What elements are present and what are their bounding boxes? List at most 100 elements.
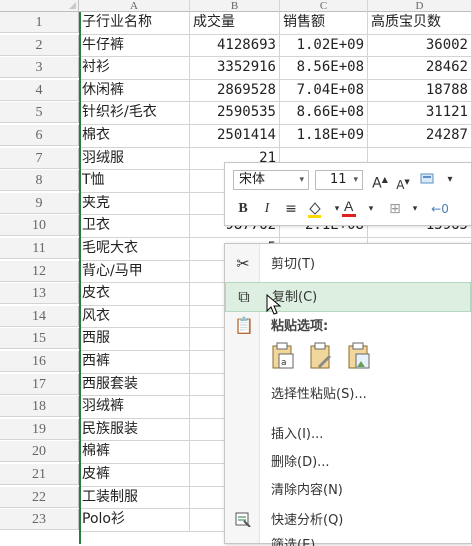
row-header[interactable]: 15: [0, 328, 79, 350]
cell-a15[interactable]: 西服: [79, 328, 190, 351]
font-name-select[interactable]: 宋体 ▾: [233, 170, 309, 190]
cell-b2[interactable]: 4128693: [190, 34, 280, 58]
cell-a18[interactable]: 羽绒裤: [79, 396, 190, 419]
cell-a20[interactable]: 棉裤: [79, 441, 190, 464]
row-header[interactable]: 8: [0, 170, 79, 192]
italic-button[interactable]: I: [257, 199, 277, 219]
row-header[interactable]: 5: [0, 102, 79, 124]
menu-item-paste-special-label: 选择性粘贴(S)...: [271, 387, 367, 402]
cell-a23[interactable]: Polo衫: [79, 509, 190, 532]
cell-a1[interactable]: 子行业名称: [79, 12, 190, 35]
chevron-down-icon[interactable]: ▾: [405, 199, 425, 219]
cell-a4[interactable]: 休闲裤: [79, 79, 190, 103]
cell-d3[interactable]: 28462: [368, 57, 472, 80]
row-header[interactable]: 2: [0, 34, 79, 56]
cell-a14[interactable]: 风衣: [79, 305, 190, 329]
paste-values-icon[interactable]: a: [269, 342, 297, 374]
paste-picture-icon[interactable]: [345, 342, 373, 374]
row-header[interactable]: 17: [0, 373, 79, 395]
row-header[interactable]: 7: [0, 147, 79, 169]
cell-d6[interactable]: 24287: [368, 125, 472, 148]
borders-icon[interactable]: ⊞: [385, 199, 405, 219]
cell-a2[interactable]: 牛仔裤: [79, 34, 190, 58]
row-header[interactable]: 12: [0, 260, 79, 282]
cell-c2[interactable]: 1.02E+09: [280, 34, 368, 58]
menu-item-insert[interactable]: 插入(I)...: [225, 420, 471, 450]
cell-a19[interactable]: 民族服装: [79, 418, 190, 442]
row-header[interactable]: 1: [0, 12, 79, 33]
menu-item-insert-label: 插入(I)...: [271, 427, 324, 442]
font-size-select[interactable]: 11 ▾: [315, 170, 363, 190]
cell-b5[interactable]: 2590535: [190, 102, 280, 125]
row-header[interactable]: 23: [0, 509, 79, 531]
number-format-icon[interactable]: [418, 170, 438, 190]
row-header[interactable]: 22: [0, 486, 79, 508]
cell-a21[interactable]: 皮裤: [79, 464, 190, 487]
cell-a16[interactable]: 西裤: [79, 351, 190, 374]
cell-a9[interactable]: 夹克: [79, 192, 190, 216]
cell-a12[interactable]: 背心/马甲: [79, 260, 190, 284]
row-header[interactable]: 16: [0, 351, 79, 372]
column-header-b[interactable]: B: [190, 0, 280, 12]
cell-d1[interactable]: 高质宝贝数: [368, 12, 472, 35]
paste-formulas-icon[interactable]: [307, 342, 335, 374]
cell-c4[interactable]: 7.04E+08: [280, 79, 368, 103]
increase-font-size-icon[interactable]: A▲: [370, 170, 390, 192]
align-center-icon[interactable]: ≡: [281, 199, 301, 219]
bold-button[interactable]: B: [233, 199, 253, 219]
cell-c1[interactable]: 销售额: [280, 12, 368, 35]
cell-d5[interactable]: 31121: [368, 102, 472, 125]
column-header-c[interactable]: C: [280, 0, 368, 12]
cell-c6[interactable]: 1.18E+09: [280, 125, 368, 148]
column-header-a[interactable]: A: [79, 0, 190, 12]
row-header[interactable]: 11: [0, 238, 79, 259]
cell-b1[interactable]: 成交量: [190, 12, 280, 35]
cell-a11[interactable]: 毛呢大衣: [79, 238, 190, 261]
menu-item-filter[interactable]: 筛选(E): [225, 534, 471, 546]
menu-item-paste-special[interactable]: 选择性粘贴(S)...: [225, 380, 471, 410]
chevron-down-icon[interactable]: ▾: [361, 199, 381, 219]
cell-a17[interactable]: 西服套装: [79, 373, 190, 397]
menu-item-delete[interactable]: 删除(D)...: [225, 448, 471, 478]
menu-item-cut[interactable]: ✂ 剪切(T): [225, 250, 471, 280]
cell-b4[interactable]: 2869528: [190, 79, 280, 103]
row-header[interactable]: 3: [0, 57, 79, 79]
cell-a13[interactable]: 皮衣: [79, 283, 190, 306]
select-all-corner[interactable]: [0, 0, 79, 12]
fill-color-icon[interactable]: [305, 199, 325, 219]
cell-a10[interactable]: 卫衣: [79, 215, 190, 238]
cell-c3[interactable]: 8.56E+08: [280, 57, 368, 80]
cell-c5[interactable]: 8.66E+08: [280, 102, 368, 125]
context-menu: ✂ 剪切(T) ⧉ 复制(C) 📋 粘贴选项: a 选择性粘贴(S)... 插入…: [224, 243, 472, 546]
cell-a3[interactable]: 衬衫: [79, 57, 190, 80]
decrease-font-size-icon[interactable]: A▼: [393, 172, 413, 192]
row-header[interactable]: 13: [0, 283, 79, 305]
row-header[interactable]: 21: [0, 464, 79, 485]
decimal-increase-icon[interactable]: ←0: [430, 199, 450, 219]
row-header[interactable]: 4: [0, 79, 79, 101]
paste-options-label: 粘贴选项:: [271, 319, 329, 334]
cell-a6[interactable]: 棉衣: [79, 125, 190, 148]
row-header[interactable]: 6: [0, 125, 79, 146]
cell-d4[interactable]: 18788: [368, 79, 472, 103]
menu-item-copy[interactable]: ⧉ 复制(C): [225, 282, 471, 312]
row-header[interactable]: 20: [0, 441, 79, 463]
row-header[interactable]: 18: [0, 396, 79, 418]
cell-b6[interactable]: 2501414: [190, 125, 280, 148]
cell-a5[interactable]: 针织衫/毛衣: [79, 102, 190, 125]
cell-a22[interactable]: 工装制服: [79, 486, 190, 510]
column-header-d[interactable]: D: [368, 0, 472, 12]
row-header[interactable]: 10: [0, 215, 79, 237]
cell-d2[interactable]: 36002: [368, 34, 472, 58]
font-name-value: 宋体: [239, 172, 266, 187]
cell-b3[interactable]: 3352916: [190, 57, 280, 80]
row-header[interactable]: 9: [0, 192, 79, 214]
menu-item-quick-analysis[interactable]: 快速分析(Q): [225, 506, 471, 536]
font-color-icon[interactable]: A: [339, 197, 359, 217]
menu-item-clear[interactable]: 清除内容(N): [225, 476, 471, 506]
chevron-down-icon[interactable]: ▾: [440, 170, 460, 190]
row-header[interactable]: 19: [0, 418, 79, 440]
cell-a7[interactable]: 羽绒服: [79, 147, 190, 171]
cell-a8[interactable]: T恤: [79, 170, 190, 193]
row-header[interactable]: 14: [0, 305, 79, 327]
